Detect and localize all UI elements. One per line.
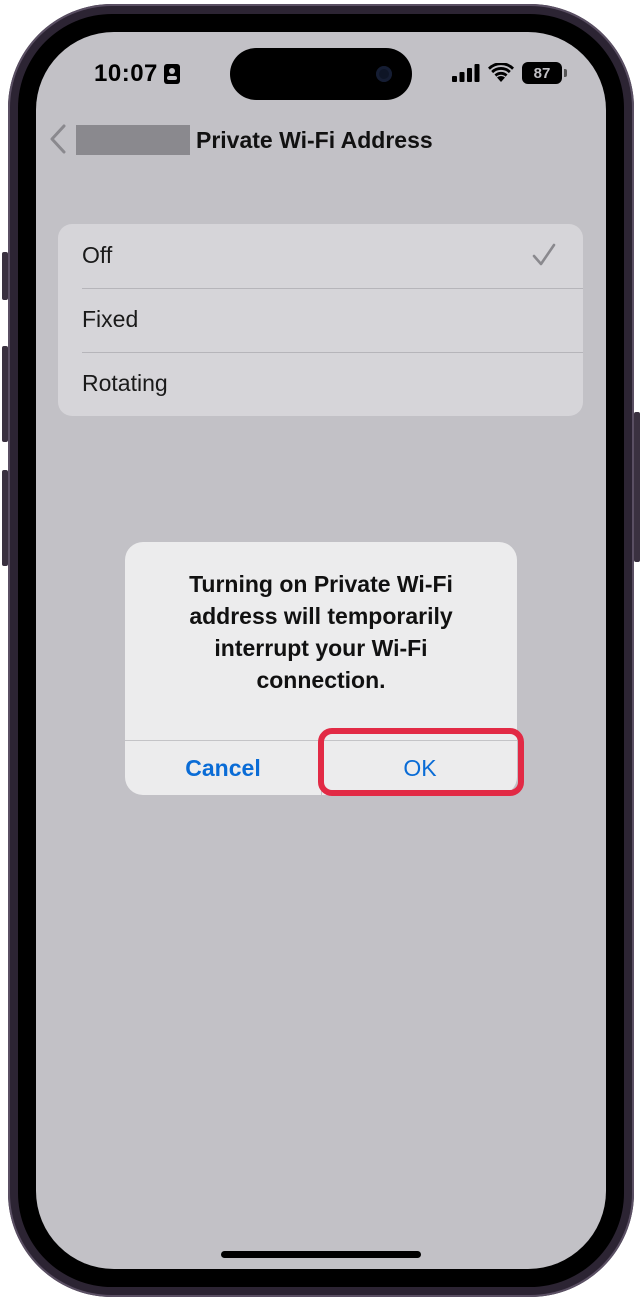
battery-level: 87: [533, 64, 551, 82]
option-label: Fixed: [82, 306, 139, 332]
mac-address-options: Off Fixed Rotating: [58, 224, 583, 416]
dynamic-island: [230, 48, 412, 100]
cancel-button[interactable]: Cancel: [125, 741, 321, 795]
option-label: Off: [82, 242, 113, 268]
option-label: Rotating: [82, 370, 168, 396]
cellular-signal-icon: [452, 64, 480, 82]
option-rotating[interactable]: Rotating: [58, 352, 583, 416]
volume-down-button: [2, 470, 8, 566]
alert-message: Turning on Private Wi-Fi address will te…: [189, 571, 453, 693]
option-fixed[interactable]: Fixed: [58, 288, 583, 352]
id-card-icon: [164, 64, 180, 84]
battery-nub: [564, 69, 567, 77]
volume-up-button: [2, 346, 8, 442]
home-indicator[interactable]: [221, 1251, 421, 1258]
checkmark-icon: [532, 243, 556, 266]
status-icons: 87: [452, 62, 567, 84]
page-title: Private Wi-Fi Address: [196, 127, 433, 153]
power-button: [634, 412, 640, 562]
ok-button-highlight: [318, 728, 524, 796]
status-time: 10:07: [94, 60, 158, 87]
back-chevron-icon[interactable]: [46, 122, 70, 156]
front-camera: [376, 66, 392, 82]
wifi-icon: [488, 63, 514, 82]
action-button: [2, 252, 8, 300]
back-button-label-redacted[interactable]: [76, 125, 190, 155]
battery-icon: 87: [522, 62, 567, 84]
option-off[interactable]: Off: [58, 224, 583, 288]
screen: 10:07 87 Private Wi-Fi Address Off Fixed…: [36, 32, 606, 1269]
